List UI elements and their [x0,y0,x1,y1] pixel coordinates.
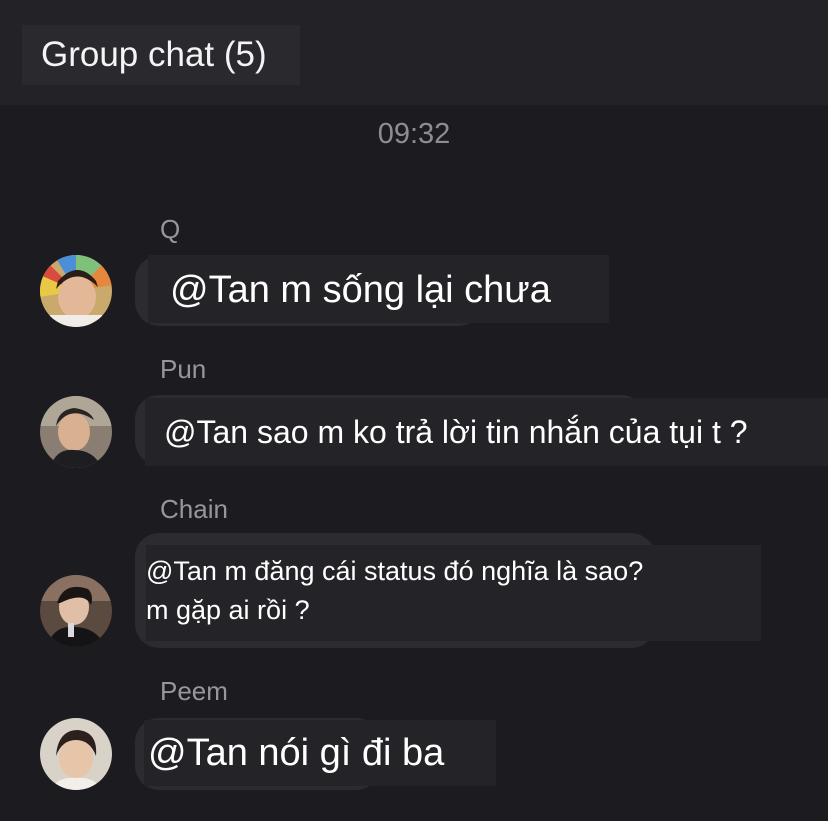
message-text-peem: @Tan nói gì đi ba [144,720,496,786]
chat-title[interactable]: Group chat (5) [22,25,300,85]
avatar-q[interactable] [40,255,112,327]
message-timestamp: 09:32 [377,118,451,150]
avatar-peem[interactable] [40,718,112,790]
message-line: @Tan m đăng cái status đó nghĩa là sao? [146,556,644,586]
message-text-pun: @Tan sao m ko trả lời tin nhắn của tụi t… [145,398,828,466]
message-text-chain: @Tan m đăng cái status đó nghĩa là sao? … [146,545,761,641]
message-text-q: @Tan m sống lại chưa [148,255,609,323]
sender-name-peem: Peem [160,676,228,706]
message-line: m gặp ai rồi ? [146,595,310,625]
chat-header: Group chat (5) [0,0,828,105]
avatar-chain[interactable] [40,575,112,647]
sender-name-pun: Pun [160,354,207,384]
sender-name-q: Q [160,214,181,244]
sender-name-chain: Chain [160,494,228,524]
avatar-pun[interactable] [40,396,112,468]
